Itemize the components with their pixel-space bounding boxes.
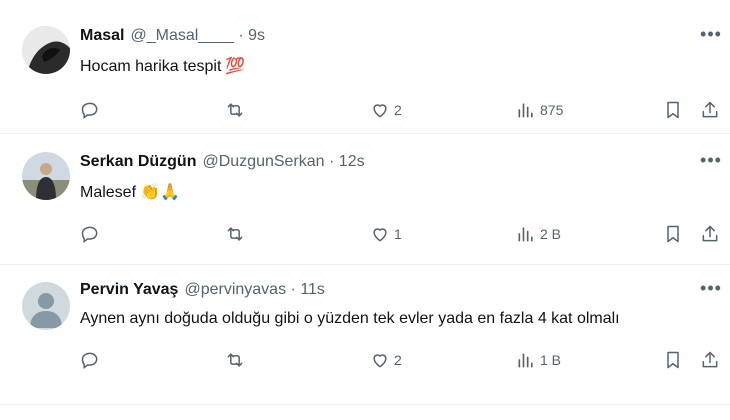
heart-icon xyxy=(373,228,387,242)
tweet-body: Hocam harika tespit xyxy=(80,58,222,76)
tweet-body: Aynen aynı doğuda olduğu gibi o yüzden t… xyxy=(80,310,620,327)
view-count: 1 B xyxy=(540,352,562,368)
more-options-icon[interactable]: ••• xyxy=(700,150,722,172)
display-name[interactable]: Serkan Düzgün xyxy=(80,153,196,170)
bookmark-button[interactable] xyxy=(663,222,683,246)
view-count: 2 B xyxy=(540,226,562,242)
user-handle[interactable]: @pervinyavas xyxy=(184,281,286,298)
views-chart-icon xyxy=(518,103,533,118)
avatar[interactable] xyxy=(22,282,70,330)
bookmark-button[interactable] xyxy=(663,348,683,372)
reply-button[interactable] xyxy=(80,98,100,122)
retweet-button[interactable] xyxy=(225,98,245,122)
reply-icon xyxy=(81,226,98,243)
like-count: 1 xyxy=(394,226,402,242)
share-button[interactable] xyxy=(700,98,720,122)
timestamp[interactable]: 11s xyxy=(300,281,325,298)
bookmark-icon xyxy=(667,225,679,243)
emoji: 👏🙏 xyxy=(140,184,180,201)
user-handle[interactable]: @_Masal____ xyxy=(130,27,233,44)
like-button[interactable]: 2 xyxy=(370,98,402,122)
bookmark-button[interactable] xyxy=(663,98,683,122)
action-bar: 2 875 xyxy=(80,98,725,122)
share-button[interactable] xyxy=(700,222,720,246)
bookmark-icon xyxy=(667,101,679,119)
more-options-icon[interactable]: ••• xyxy=(700,278,722,300)
action-bar: 2 1 B xyxy=(80,348,725,372)
views-chart-icon xyxy=(518,353,533,368)
reply-button[interactable] xyxy=(80,222,100,246)
retweet-button[interactable] xyxy=(225,348,245,372)
like-count: 2 xyxy=(394,102,402,118)
reply-button[interactable] xyxy=(80,348,100,372)
display-name[interactable]: Pervin Yavaş xyxy=(80,281,178,298)
reply-icon xyxy=(81,352,98,369)
tweet-header: Masal @_Masal____ · 9s xyxy=(80,26,265,46)
views-button[interactable]: 875 xyxy=(516,98,563,122)
retweet-icon xyxy=(227,353,243,367)
separator: · xyxy=(238,27,244,44)
like-button[interactable]: 2 xyxy=(370,348,402,372)
display-name[interactable]: Masal xyxy=(80,27,124,44)
tweet-header: Serkan Düzgün @DuzgunSerkan · 12s xyxy=(80,152,365,172)
bookmark-icon xyxy=(667,351,679,369)
share-button[interactable] xyxy=(700,348,720,372)
views-chart-icon xyxy=(518,227,533,242)
tweet[interactable]: Serkan Düzgün @DuzgunSerkan · 12s ••• Mal… xyxy=(0,140,730,260)
retweet-icon xyxy=(227,103,243,117)
views-button[interactable]: 1 B xyxy=(516,348,561,372)
tweet-text: Hocam harika tespit 💯 xyxy=(80,56,245,78)
emoji: 💯 xyxy=(225,58,246,75)
share-icon xyxy=(702,225,718,242)
action-bar: 1 2 B xyxy=(80,222,725,246)
timestamp[interactable]: 12s xyxy=(339,153,365,170)
reply-feed: Masal @_Masal____ · 9s ••• Hocam harika t… xyxy=(0,0,730,420)
divider xyxy=(0,404,730,405)
reply-icon xyxy=(81,102,98,119)
heart-icon xyxy=(373,354,387,368)
tweet[interactable]: Pervin Yavaş @pervinyavas · 11s ••• Aynen… xyxy=(0,268,730,388)
views-button[interactable]: 2 B xyxy=(516,222,561,246)
tweet-text: Malesef 👏🙏 xyxy=(80,182,180,204)
like-count: 2 xyxy=(394,352,402,368)
tweet-body: Malesef xyxy=(80,184,137,202)
view-count: 875 xyxy=(540,102,564,118)
share-icon xyxy=(702,351,718,368)
tweet[interactable]: Masal @_Masal____ · 9s ••• Hocam harika t… xyxy=(0,14,730,130)
separator: · xyxy=(329,153,335,170)
retweet-button[interactable] xyxy=(225,222,245,246)
divider xyxy=(0,264,730,265)
retweet-icon xyxy=(227,227,243,241)
tweet-header: Pervin Yavaş @pervinyavas · 11s xyxy=(80,280,325,300)
share-icon xyxy=(702,101,718,118)
like-button[interactable]: 1 xyxy=(370,222,402,246)
timestamp[interactable]: 9s xyxy=(248,27,265,44)
separator: · xyxy=(290,281,296,298)
avatar[interactable] xyxy=(22,26,70,74)
tweet-text: Aynen aynı doğuda olduğu gibi o yüzden t… xyxy=(80,308,620,330)
heart-icon xyxy=(373,104,387,118)
avatar[interactable] xyxy=(22,152,70,200)
divider xyxy=(0,133,730,134)
more-options-icon[interactable]: ••• xyxy=(700,24,722,46)
user-handle[interactable]: @DuzgunSerkan xyxy=(202,153,324,170)
